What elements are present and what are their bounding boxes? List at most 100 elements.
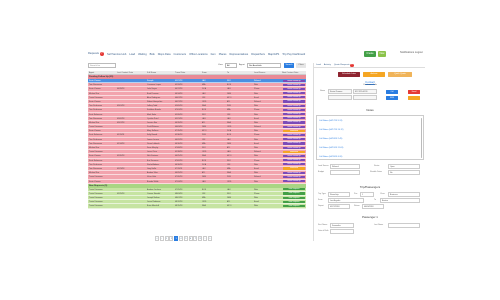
status-badge[interactable]: Submitted [283,129,305,132]
lead-source-field[interactable]: Referral [330,164,360,169]
status-badge[interactable]: Needs Follow up [283,87,305,91]
note-entry[interactable]: Call Notes (04/20/18 4:20) [319,156,342,158]
status-badge[interactable]: Needs Follow up [283,113,305,116]
sms-button[interactable]: SMS [386,95,398,100]
status-badge[interactable]: Needs Follow up [283,92,305,95]
depart-date-field[interactable]: 05/27/2018 [328,204,350,209]
class-select[interactable]: Business [388,192,420,197]
status-badge[interactable]: Needs Follow up [283,180,305,183]
dob-field[interactable] [330,229,354,234]
status-badge[interactable]: Needs Follow up [283,108,305,111]
status-badge[interactable]: Submitted [283,167,305,170]
customer-extra-field-2[interactable] [353,95,377,100]
note-entry[interactable]: Call Notes (04/19/18 11:03) [319,147,343,149]
status-badge[interactable]: Needs Follow up [283,125,305,128]
customer-name-field[interactable]: Kevin Zirnmer [328,89,352,94]
nav-item[interactable]: Load [129,53,135,56]
column-header[interactable]: From [201,71,226,74]
status-badge[interactable]: Needs Follow up [283,138,305,141]
nav-item[interactable]: Waiting [138,53,147,56]
customer-phone-field[interactable]: 617-555-0199 [353,89,377,94]
notes-list[interactable]: Call Notes (04/17/18 9:31) Call Notes (04… [316,115,424,160]
nav-item[interactable]: Office Locations [189,53,208,56]
page-button[interactable]: 5 [183,236,188,241]
status-badge[interactable]: New Request [283,188,305,191]
page-button[interactable]: ‹ [159,236,164,241]
status-badge[interactable]: New Request [283,192,305,195]
status-badge[interactable]: Needs Follow up [283,79,305,82]
status-badge[interactable]: Needs Follow up [283,133,305,137]
account-links[interactable]: Notifications Logout [400,51,423,54]
status-badge[interactable]: Needs Follow up [283,163,305,166]
note-entry[interactable]: Call Notes (04/18/18 2:45) [319,138,342,140]
create-button[interactable]: Create [364,51,376,57]
return-date-field[interactable]: 06/03/2018 [362,204,384,209]
page-button[interactable]: 3 [174,236,179,241]
note-entry[interactable]: Call Notes (04/17/18 9:31) [319,120,342,122]
page-button[interactable]: « [155,236,159,241]
status-badge[interactable]: New Request [283,200,305,203]
status-badge[interactable]: Submitted [283,150,305,153]
nav-item[interactable]: Dispo Data [158,53,171,56]
status-badge[interactable]: Needs Follow up [283,104,305,107]
search-input[interactable]: Search for [88,63,116,68]
nav-item[interactable]: Representatives [229,53,248,56]
page-button[interactable]: 1 [164,236,169,241]
trip-type-select[interactable]: Round trip [328,192,350,197]
nav-item[interactable]: Self Service Hub [107,53,126,56]
status-badge[interactable]: Needs Follow up [283,171,305,174]
status-badge[interactable]: Needs Follow up [283,83,305,86]
nav-item[interactable]: Bids [150,53,155,56]
status-badge[interactable]: New Request [283,196,305,199]
call-button[interactable]: Call [386,89,398,94]
page-button[interactable]: 2 [169,236,174,241]
nav-item[interactable]: Map/GPS [268,53,279,56]
archive-button[interactable]: Archive [363,72,385,77]
column-header[interactable]: Last Contact Date [116,71,146,74]
status-badge[interactable]: Needs Follow up [283,100,305,103]
edit-customer-button[interactable] [408,95,420,100]
from-field[interactable]: Los Angeles [328,198,364,203]
status-badge[interactable]: Needs Follow up [283,146,305,149]
note-entry[interactable]: Call Notes (04/17/18 10:12) [319,129,343,131]
nav-item[interactable]: Item [211,53,216,56]
page-button[interactable]: » [207,236,212,241]
column-header[interactable]: Lead Source [253,71,281,74]
to-field[interactable]: Boston [380,198,420,203]
agent-select[interactable]: Not Available [247,63,281,68]
page-button[interactable]: › [202,236,207,241]
status-badge[interactable]: Needs Follow up [283,175,305,178]
nav-item[interactable]: Dispatchers [251,53,265,56]
nav-item[interactable]: Trip Pay Dashboard [282,53,305,56]
status-badge[interactable]: Needs Follow up [283,121,305,124]
table-row[interactable]: Travis Dinsmore Brian Marshall 08/15/18 SEA… [88,204,306,209]
tab-quote-requests[interactable]: Quote Requests 1 [334,63,354,68]
schedule-later-button[interactable]: Schedule Later [338,72,360,77]
flexible-dates-field[interactable]: No [388,170,420,175]
page-button[interactable]: 7 [193,236,198,241]
page-button[interactable]: 6 [188,236,193,241]
status-badge[interactable]: Needs Follow up [283,154,305,158]
column-header[interactable]: Agent [88,71,116,74]
column-header[interactable]: Travel Date [174,71,201,74]
new-button[interactable]: New [378,51,386,57]
nav-item[interactable]: Customers [174,53,187,56]
pax-select[interactable]: 1 [360,192,374,197]
last-name-field[interactable] [388,223,420,228]
tab-lead[interactable]: Lead [316,63,321,67]
email-button[interactable]: Email [408,89,420,94]
first-name-field[interactable]: Samantha [330,223,354,228]
status-badge[interactable]: Needs Follow up [283,142,305,145]
column-header[interactable]: Next Contact Date [281,71,306,74]
customer-extra-field[interactable] [328,95,352,100]
nav-item[interactable]: Places [219,53,227,56]
search-button[interactable]: Search [284,63,294,68]
budget-field[interactable] [330,170,360,175]
tab-activity[interactable]: Activity [324,63,331,67]
status-badge[interactable]: Needs Follow up [283,96,305,99]
nav-item[interactable]: Requests 7 [88,52,104,56]
column-header[interactable]: Full Name [146,71,174,74]
status-badge[interactable]: Needs Follow up [283,159,305,162]
column-header[interactable]: To [226,71,253,74]
status-field[interactable]: Open [388,164,420,169]
